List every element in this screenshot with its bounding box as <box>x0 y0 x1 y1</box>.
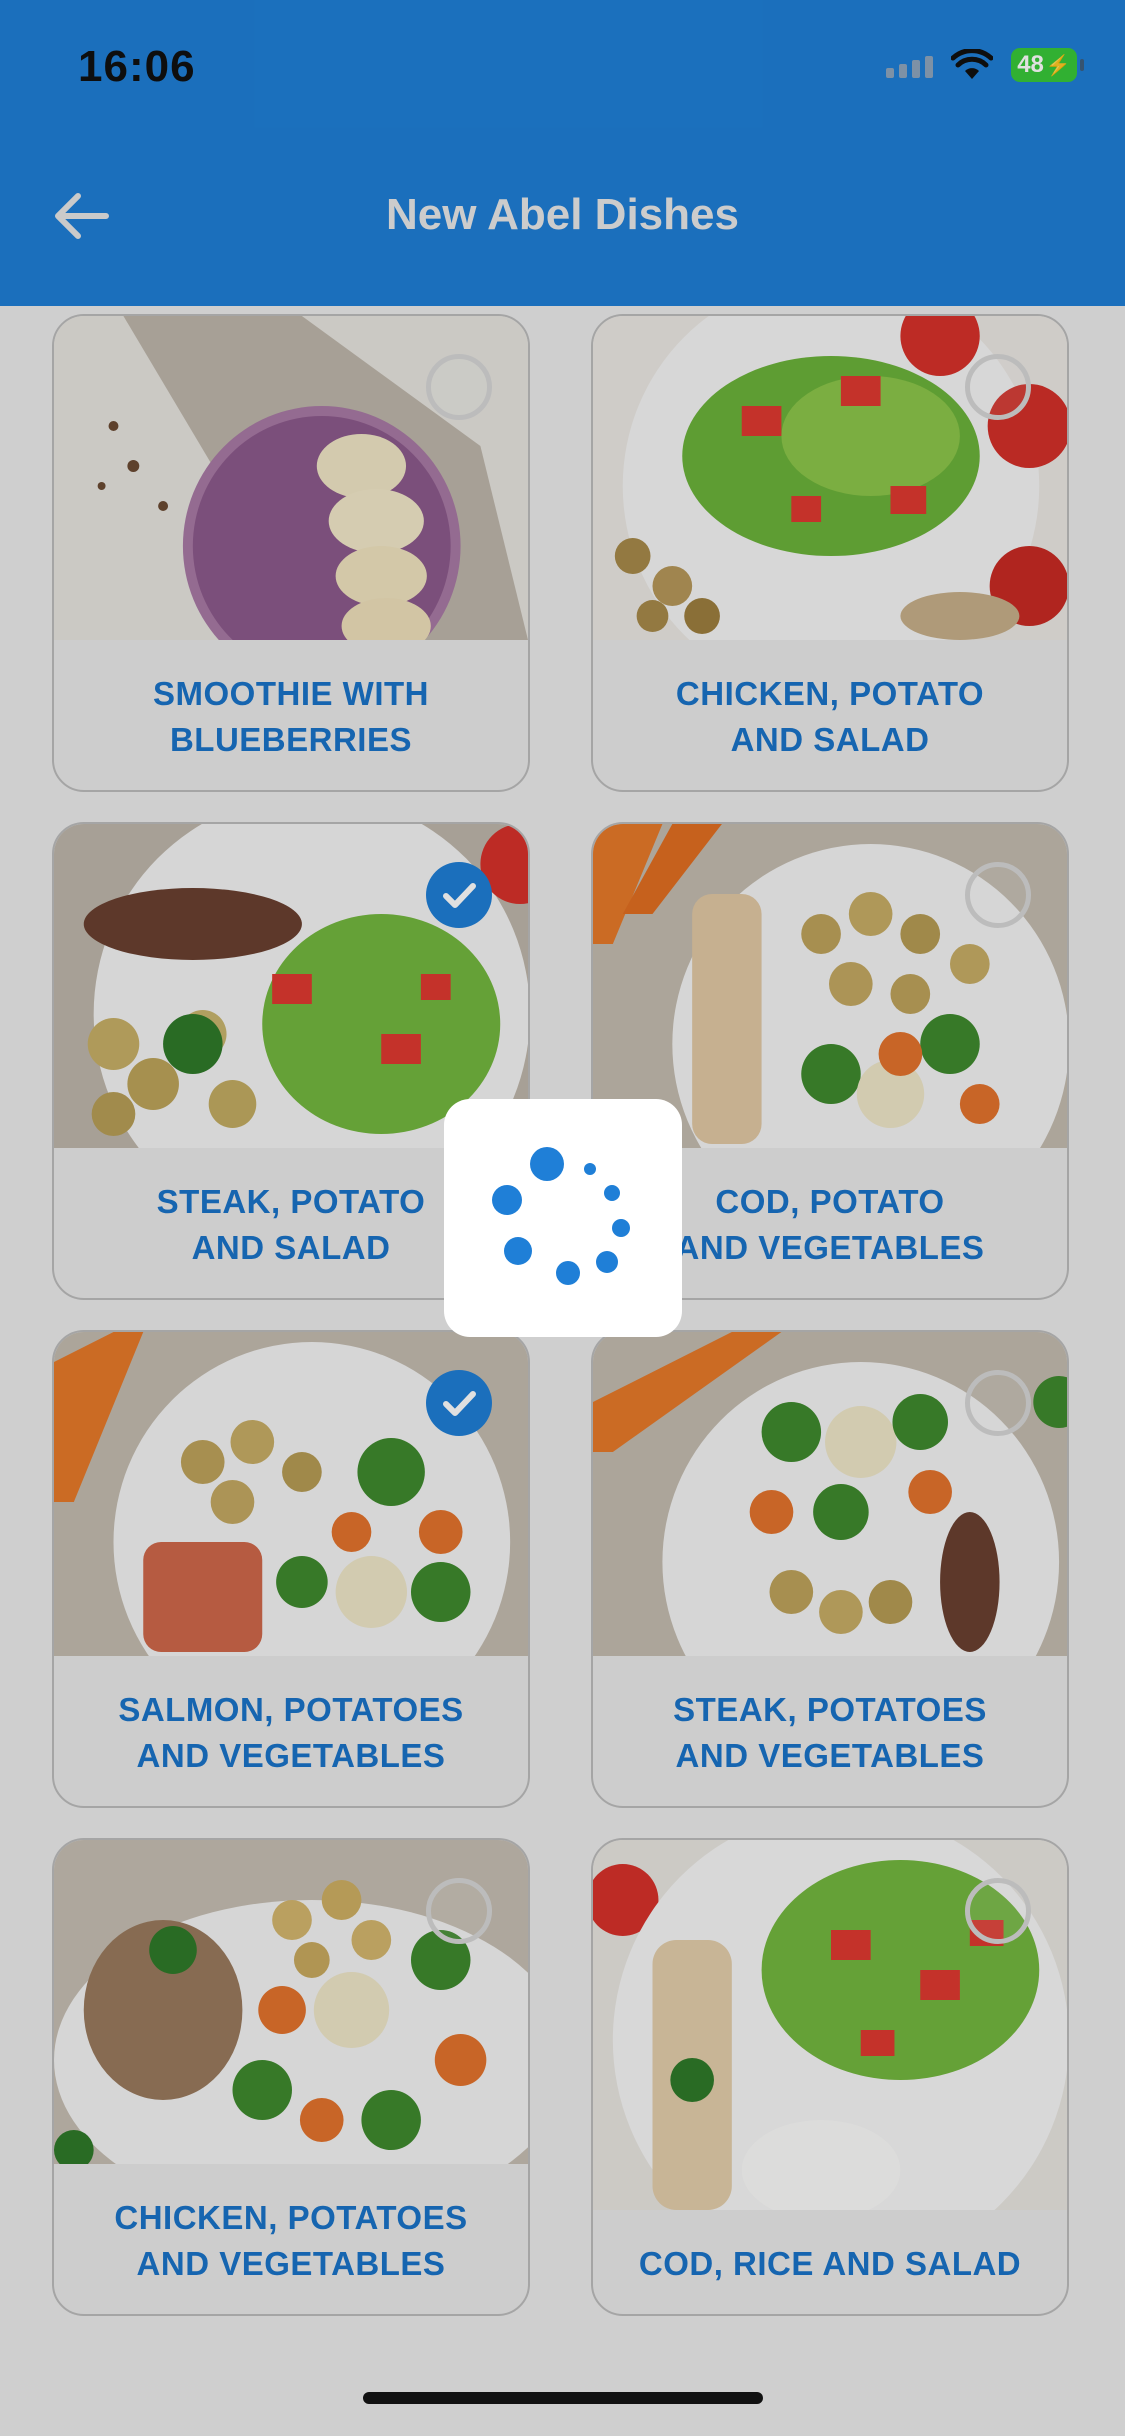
dish-card[interactable]: SALMON, POTATOES AND VEGETABLES <box>52 1330 530 1808</box>
dish-name: CHICKEN, POTATO AND SALAD <box>593 640 1067 790</box>
dish-card[interactable]: STEAK, POTATOES AND VEGETABLES <box>591 1330 1069 1808</box>
spinner-dot <box>556 1261 580 1285</box>
status-icons: 48 ⚡ <box>886 48 1084 82</box>
selection-checkbox-checked[interactable] <box>426 1370 492 1436</box>
dish-name-line: AND VEGETABLES <box>136 1737 446 1774</box>
spinner-dot <box>584 1163 596 1175</box>
checkmark-icon <box>443 883 476 908</box>
checkmark-icon <box>443 1391 476 1416</box>
dish-card[interactable]: COD, RICE AND SALAD <box>591 1838 1069 2316</box>
dish-name-line: COD, POTATO <box>715 1183 945 1220</box>
wifi-icon <box>951 49 993 79</box>
dish-name-line: CHICKEN, POTATO <box>675 675 985 712</box>
spinner-dot <box>596 1251 618 1273</box>
selection-radio[interactable] <box>965 1878 1031 1944</box>
selection-radio[interactable] <box>965 862 1031 928</box>
dish-name-line: AND SALAD <box>730 721 930 758</box>
battery-level: 48 <box>1017 51 1044 78</box>
spinner-dot <box>612 1219 630 1237</box>
dish-name-line: CHICKEN, POTATOES <box>114 2199 468 2236</box>
dish-name: SALMON, POTATOES AND VEGETABLES <box>54 1656 528 1806</box>
dish-name-line: AND VEGETABLES <box>675 1229 985 1266</box>
dish-name-line: AND SALAD <box>191 1229 391 1266</box>
dish-name-line: AND VEGETABLES <box>675 1737 985 1774</box>
spinner-dot <box>604 1185 620 1201</box>
status-bar: 16:06 48 ⚡ <box>0 0 1125 130</box>
home-indicator[interactable] <box>363 2392 763 2404</box>
charging-bolt-icon: ⚡ <box>1045 54 1071 77</box>
dish-name: COD, RICE AND SALAD <box>593 2210 1067 2314</box>
selection-radio[interactable] <box>426 354 492 420</box>
selection-radio[interactable] <box>965 1370 1031 1436</box>
spinner-dot <box>504 1237 532 1265</box>
dish-name-line: COD, RICE AND SALAD <box>638 2245 1022 2282</box>
spinner-dot <box>530 1147 564 1181</box>
loading-spinner <box>444 1099 682 1337</box>
nav-header: New Abel Dishes <box>0 130 1125 306</box>
dish-name: CHICKEN, POTATOES AND VEGETABLES <box>54 2164 528 2314</box>
dish-name: STEAK, POTATOES AND VEGETABLES <box>593 1656 1067 1806</box>
dish-card[interactable]: CHICKEN, POTATOES AND VEGETABLES <box>52 1838 530 2316</box>
dish-name-line: AND VEGETABLES <box>136 2245 446 2282</box>
dish-name-line: STEAK, POTATOES <box>673 1691 987 1728</box>
dish-name-line: SMOOTHIE WITH <box>153 675 429 712</box>
dish-name-line: STEAK, POTATO <box>156 1183 426 1220</box>
selection-radio[interactable] <box>965 354 1031 420</box>
status-time: 16:06 <box>78 42 196 91</box>
selection-radio[interactable] <box>426 1878 492 1944</box>
dish-name: SMOOTHIE WITH BLUEBERRIES <box>54 640 528 790</box>
bottom-bar <box>0 2340 1125 2436</box>
dish-card[interactable]: SMOOTHIE WITH BLUEBERRIES <box>52 314 530 792</box>
spinner-dot <box>492 1185 522 1215</box>
dish-name-line: BLUEBERRIES <box>169 721 412 758</box>
dish-card[interactable]: CHICKEN, POTATO AND SALAD <box>591 314 1069 792</box>
selection-checkbox-checked[interactable] <box>426 862 492 928</box>
page-title: New Abel Dishes <box>386 190 739 239</box>
cellular-signal-icon <box>886 52 933 78</box>
dish-name-line: SALMON, POTATOES <box>118 1691 464 1728</box>
battery-icon: 48 ⚡ <box>1011 48 1084 82</box>
